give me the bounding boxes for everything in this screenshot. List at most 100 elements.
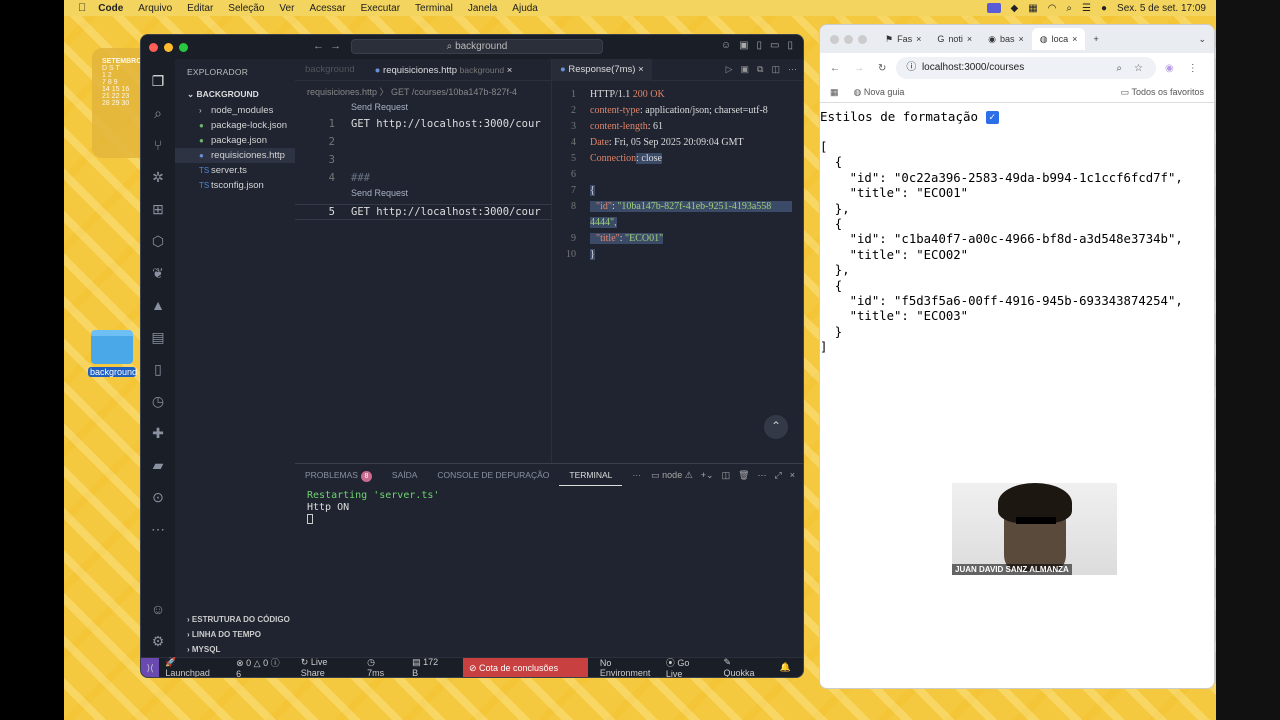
account-icon[interactable]: ☺ [150, 601, 166, 617]
scroll-top-button[interactable]: ⌃ [764, 415, 788, 439]
forward-icon[interactable]: → [854, 63, 864, 74]
github-icon[interactable]: ⊙ [150, 489, 166, 505]
extensions-icon[interactable]: ⊞ [150, 201, 166, 217]
tree-item-requisiciones[interactable]: ● requisiciones.http [175, 148, 295, 163]
debug-icon[interactable]: ✲ [150, 169, 166, 185]
maximize-window-button[interactable] [858, 34, 867, 44]
tab-output[interactable]: SAÍDA [382, 464, 428, 486]
menu-app-name[interactable]: Code [98, 3, 123, 14]
status-quota-warning[interactable]: ⊘ Cota de conclusões atingida [462, 657, 588, 677]
figma-icon[interactable]: ◆ [1011, 3, 1019, 14]
new-tab-button[interactable]: + [1085, 28, 1106, 50]
close-window-button[interactable] [149, 42, 158, 52]
run-icon[interactable]: ▷ [726, 64, 733, 75]
minimize-window-button[interactable] [844, 34, 853, 44]
send-request-link[interactable]: Send Request [351, 102, 408, 112]
status-liveshare[interactable]: ↻ Live Share [301, 657, 355, 677]
more-icon[interactable]: ⋯ [758, 470, 767, 481]
remote-icon[interactable]: ⟩⟨ [141, 657, 160, 677]
menu-executar[interactable]: Executar [361, 3, 400, 14]
browser-tab[interactable]: G noti × [929, 28, 980, 50]
menu-terminal[interactable]: Terminal [415, 3, 453, 14]
panel-toggle-icon[interactable]: ▭ [770, 40, 779, 51]
menu-janela[interactable]: Janela [468, 3, 497, 14]
search-icon[interactable]: ⌕ [1066, 3, 1072, 14]
menubar-datetime[interactable]: Sex. 5 de set. 17:09 [1117, 3, 1206, 14]
maximize-panel-icon[interactable]: ⤢ [775, 470, 782, 481]
status-time[interactable]: ◷ 7ms [367, 657, 400, 677]
tree-item-tsconfig[interactable]: TS tsconfig.json [175, 178, 295, 193]
apple-icon[interactable]:  [78, 2, 86, 14]
wifi-icon[interactable]: ◠ [1048, 3, 1057, 14]
tab-response[interactable]: ● Response(7ms) × [552, 58, 652, 81]
minimize-window-button[interactable] [164, 42, 173, 52]
database-icon[interactable]: ▯ [150, 361, 166, 377]
section-outline[interactable]: › ESTRUTURA DO CÓDIGO [175, 612, 295, 627]
status-launchpad[interactable]: 🚀 Launchpad [165, 657, 224, 677]
browser-tab[interactable]: ⚑ Fas × [877, 28, 929, 50]
bookmark-new-tab[interactable]: ▦ ◍ Nova guia [830, 87, 904, 98]
secondary-sidebar-icon[interactable]: ▯ [787, 40, 793, 51]
tab-terminal[interactable]: TERMINAL [559, 464, 623, 486]
explorer-icon[interactable]: ❐ [150, 73, 166, 89]
nav-arrows-icon[interactable]: ← → [313, 40, 341, 52]
tree-item-package-json[interactable]: ● package.json [175, 133, 295, 148]
trash-icon[interactable]: 🗑 [738, 470, 749, 481]
section-mysql[interactable]: › MYSQL [175, 642, 295, 657]
status-environment[interactable]: No Environment [600, 658, 654, 678]
tab-requisiciones[interactable]: ● requisiciones.http background × [365, 59, 523, 81]
gear-icon[interactable]: ⚙ [150, 633, 166, 649]
menu-acessar[interactable]: Acessar [309, 3, 345, 14]
send-request-link[interactable]: Send Request [351, 188, 408, 198]
screen-share-icon[interactable] [986, 3, 1001, 13]
all-bookmarks[interactable]: ▭ Todos os favoritos [1121, 87, 1204, 98]
add-terminal-icon[interactable]: +⌄ [701, 470, 714, 481]
command-center-search[interactable]: ⌕ background [351, 39, 603, 54]
checkbox-checked-icon[interactable]: ✓ [985, 111, 999, 124]
close-panel-icon[interactable]: × [790, 470, 795, 481]
tree-item-package-lock[interactable]: ● package-lock.json [175, 118, 295, 133]
browser-tab[interactable]: ◉ bas × [980, 28, 1032, 50]
status-quokka[interactable]: ✎ Quokka [723, 657, 767, 677]
status-problems[interactable]: ⊗ 0 △ 0 ⓘ 6 [236, 656, 289, 677]
zoom-icon[interactable]: ⌕ [1116, 63, 1122, 74]
siri-icon[interactable]: ● [1101, 3, 1107, 14]
reload-icon[interactable]: ↻ [878, 63, 886, 74]
menu-icon[interactable]: ⋮ [1188, 63, 1198, 74]
menu-arquivo[interactable]: Arquivo [138, 3, 172, 14]
sidebar-toggle-icon[interactable]: ▯ [757, 40, 763, 51]
tab-ghost[interactable]: background [295, 59, 365, 81]
status-golive[interactable]: ⦿ Go Live [666, 656, 712, 677]
more-icon[interactable]: ⋯ [788, 64, 797, 75]
search-icon[interactable]: ⌕ [150, 105, 166, 121]
tab-problems[interactable]: PROBLEMAS 8 [295, 464, 382, 486]
browser-tab-active[interactable]: ◍ loca × [1031, 28, 1086, 50]
breadcrumb[interactable]: requisiciones.http 〉 GET /courses/10ba14… [295, 81, 551, 98]
menu-ver[interactable]: Ver [279, 3, 294, 14]
maximize-window-button[interactable] [179, 42, 188, 52]
source-control-icon[interactable]: ⑂ [150, 137, 166, 153]
grid-icon[interactable]: ▦ [1028, 3, 1037, 14]
workspace-root[interactable]: ⌄ BACKGROUND [175, 77, 295, 103]
tree-item-server-ts[interactable]: TS server.ts [175, 163, 295, 178]
history-icon[interactable]: ◷ [150, 393, 166, 409]
terminal-output[interactable]: Restarting 'server.ts' Http ON [295, 486, 803, 530]
tree-item-node-modules[interactable]: › node_modules [175, 103, 295, 118]
layout-icon[interactable]: ▣ [739, 40, 748, 51]
split-icon[interactable]: ◫ [771, 64, 780, 75]
folder-icon[interactable]: ▰ [150, 457, 166, 473]
save-icon[interactable]: ▣ [741, 64, 750, 75]
more-icon[interactable]: ⋯ [150, 521, 166, 537]
more-icon[interactable]: ⋯ [622, 464, 651, 486]
copy-icon[interactable]: ⧉ [757, 64, 763, 75]
elephant-icon[interactable]: ❦ [150, 265, 166, 281]
menu-editar[interactable]: Editar [187, 3, 213, 14]
section-timeline[interactable]: › LINHA DO TEMPO [175, 627, 295, 642]
tab-debug-console[interactable]: CONSOLE DE DEPURAÇÃO [427, 464, 559, 486]
terminal-icon[interactable]: ▤ [150, 329, 166, 345]
menu-ajuda[interactable]: Ajuda [512, 3, 538, 14]
status-size[interactable]: ▤ 172 B [412, 657, 451, 677]
star-icon[interactable]: ☆ [1134, 63, 1143, 74]
copilot-icon[interactable]: ☺ [721, 40, 731, 51]
back-icon[interactable]: ← [830, 63, 840, 74]
